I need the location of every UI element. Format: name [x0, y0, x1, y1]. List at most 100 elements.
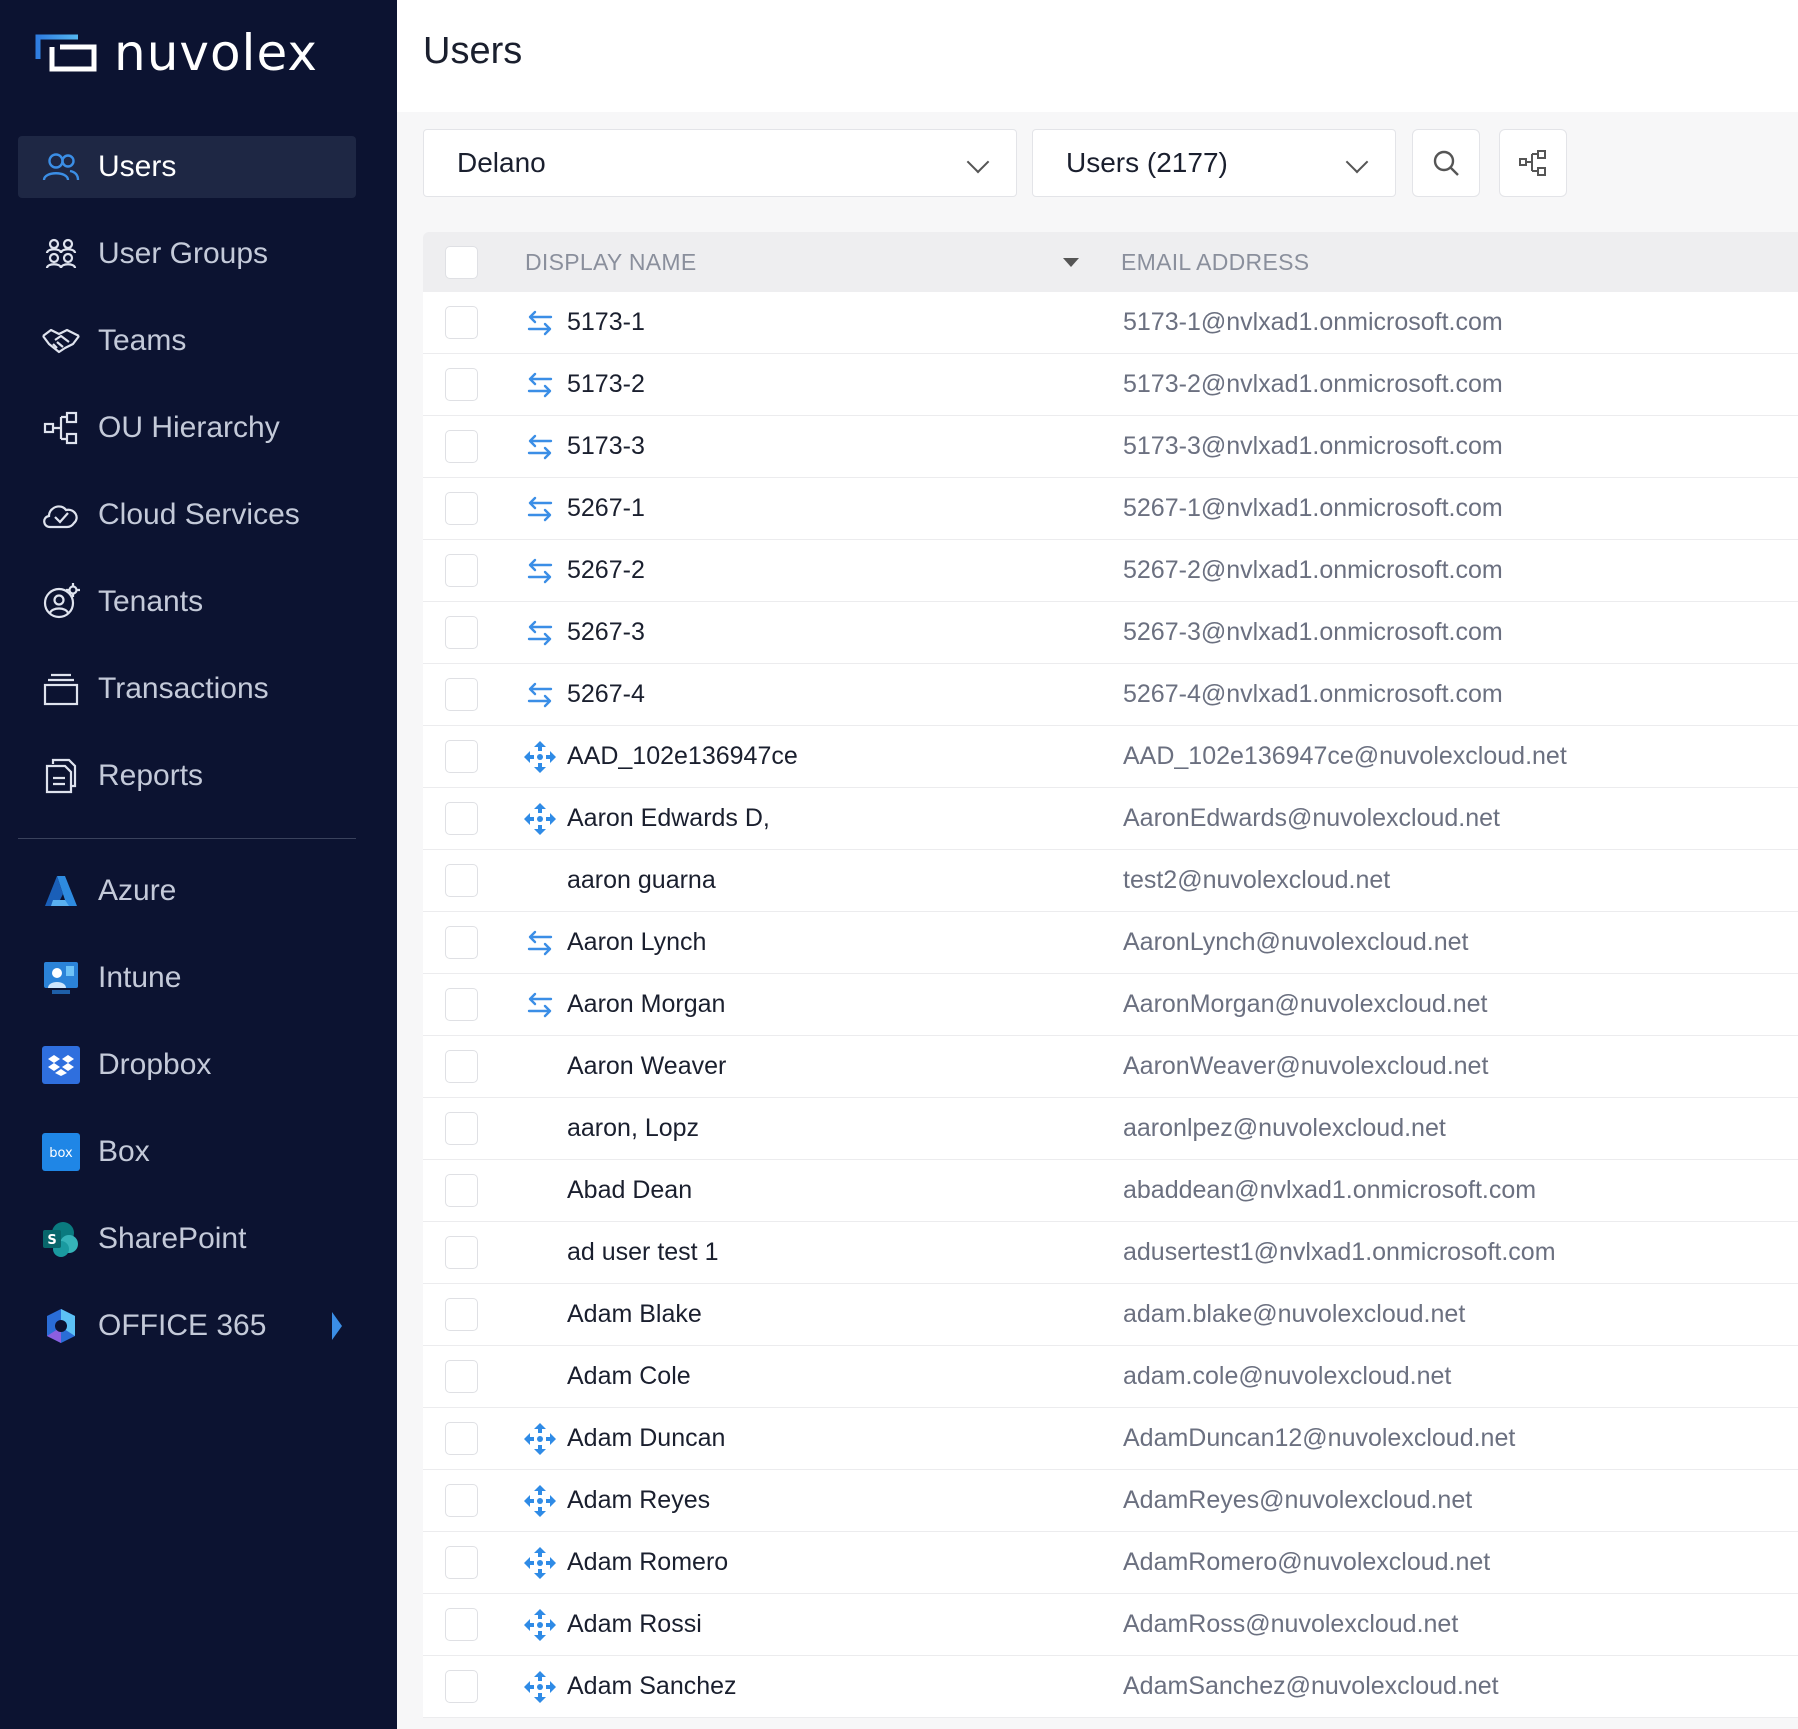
display-name-cell: Adam Romero — [567, 1548, 729, 1576]
display-name-cell: Abad Dean — [567, 1176, 693, 1204]
display-name-cell: aaron guarna — [567, 866, 716, 894]
azure-ad-icon — [523, 1670, 557, 1704]
table-row[interactable]: Aaron Morgan AaronMorgan@nuvolexcloud.net — [423, 974, 1798, 1036]
sidebar-item-ou-hierarchy[interactable]: OU Hierarchy — [18, 397, 356, 459]
row-checkbox[interactable] — [445, 616, 478, 649]
user-groups-icon — [40, 233, 82, 275]
hierarchy-icon — [40, 407, 82, 449]
row-checkbox[interactable] — [445, 864, 478, 897]
sidebar-item-teams[interactable]: Teams — [18, 310, 356, 372]
sidebar-item-dropbox[interactable]: Dropbox — [18, 1034, 356, 1096]
row-checkbox[interactable] — [445, 1546, 478, 1579]
row-checkbox[interactable] — [445, 1484, 478, 1517]
table-row[interactable]: Adam Blake adam.blake@nuvolexcloud.net — [423, 1284, 1798, 1346]
search-button[interactable] — [1412, 129, 1480, 197]
sync-icon — [523, 926, 557, 960]
row-checkbox[interactable] — [445, 740, 478, 773]
display-name-cell: ad user test 1 — [567, 1238, 719, 1266]
row-checkbox[interactable] — [445, 926, 478, 959]
table-row[interactable]: 5267-2 5267-2@nvlxad1.onmicrosoft.com — [423, 540, 1798, 602]
row-checkbox[interactable] — [445, 1050, 478, 1083]
sync-icon — [523, 306, 557, 340]
table-row[interactable]: Abad Dean abaddean@nvlxad1.onmicrosoft.co… — [423, 1160, 1798, 1222]
table-row[interactable]: Adam Reyes AdamReyes@nuvolexcloud.net — [423, 1470, 1798, 1532]
table-row[interactable]: Adam Cole adam.cole@nuvolexcloud.net — [423, 1346, 1798, 1408]
sort-desc-icon[interactable] — [1063, 258, 1079, 267]
table-row[interactable]: ad user test 1 adusertest1@nvlxad1.onmicr… — [423, 1222, 1798, 1284]
display-name-cell: Adam Reyes — [567, 1486, 711, 1514]
table-row[interactable]: 5173-1 5173-1@nvlxad1.onmicrosoft.com — [423, 292, 1798, 354]
sidebar-item-azure[interactable]: Azure — [18, 860, 356, 922]
sidebar-item-intune[interactable]: Intune — [18, 947, 356, 1009]
sidebar-item-box[interactable]: box Box — [18, 1121, 356, 1183]
column-header-email[interactable]: EMAIL ADDRESS — [1121, 249, 1309, 276]
nuvolex-logo[interactable]: nuvolex — [34, 24, 318, 82]
sidebar-item-transactions[interactable]: Transactions — [18, 658, 356, 720]
row-checkbox[interactable] — [445, 1236, 478, 1269]
row-checkbox[interactable] — [445, 1670, 478, 1703]
nav-divider — [18, 838, 356, 839]
table-row[interactable]: Adam Sanchez AdamSanchez@nuvolexcloud.net — [423, 1656, 1798, 1718]
sidebar-item-label: Dropbox — [98, 1048, 212, 1081]
view-select[interactable]: Users (2177) — [1032, 129, 1396, 197]
row-checkbox[interactable] — [445, 306, 478, 339]
column-header-display-name[interactable]: DISPLAY NAME — [525, 249, 696, 276]
sidebar-item-sharepoint[interactable]: S SharePoint — [18, 1208, 356, 1270]
table-row[interactable]: Aaron Weaver AaronWeaver@nuvolexcloud.net — [423, 1036, 1798, 1098]
row-checkbox[interactable] — [445, 988, 478, 1021]
table-row[interactable]: Adam Romero AdamRomero@nuvolexcloud.net — [423, 1532, 1798, 1594]
row-checkbox[interactable] — [445, 430, 478, 463]
select-all-checkbox[interactable] — [445, 245, 478, 279]
table-row[interactable]: Aaron Edwards D, AaronEdwards@nuvolexclou… — [423, 788, 1798, 850]
row-checkbox[interactable] — [445, 492, 478, 525]
display-name-cell: AAD_102e136947ce — [567, 742, 798, 770]
hierarchy-icon — [1519, 150, 1546, 176]
table-row[interactable]: Adam Duncan AdamDuncan12@nuvolexcloud.net — [423, 1408, 1798, 1470]
sidebar-item-tenants[interactable]: Tenants — [18, 571, 356, 633]
email-cell: AdamRoss@nuvolexcloud.net — [1123, 1610, 1459, 1638]
tenant-gear-icon — [40, 581, 82, 623]
table-row[interactable]: 5267-1 5267-1@nvlxad1.onmicrosoft.com — [423, 478, 1798, 540]
sidebar-item-users[interactable]: Users — [18, 136, 356, 198]
sidebar-item-label: Intune — [98, 961, 182, 994]
email-cell: AdamSanchez@nuvolexcloud.net — [1123, 1672, 1499, 1700]
row-checkbox[interactable] — [445, 1608, 478, 1641]
sync-icon — [523, 430, 557, 464]
page-title: Users — [423, 30, 523, 72]
display-name-cell: 5173-3 — [567, 432, 645, 460]
table-row[interactable]: 5173-3 5173-3@nvlxad1.onmicrosoft.com — [423, 416, 1798, 478]
table-row[interactable]: aaron, Lopz aaronlpez@nuvolexcloud.net — [423, 1098, 1798, 1160]
sidebar-item-office-365[interactable]: OFFICE 365 — [18, 1295, 356, 1357]
table-row[interactable]: aaron guarna test2@nuvolexcloud.net — [423, 850, 1798, 912]
sidebar-item-reports[interactable]: Reports — [18, 745, 356, 807]
expand-arrow-icon[interactable] — [332, 1312, 342, 1340]
hierarchy-view-button[interactable] — [1499, 129, 1567, 197]
sidebar-item-cloud-services[interactable]: Cloud Services — [18, 484, 356, 546]
email-cell: AdamRomero@nuvolexcloud.net — [1123, 1548, 1491, 1576]
row-checkbox[interactable] — [445, 1298, 478, 1331]
row-checkbox[interactable] — [445, 802, 478, 835]
row-checkbox[interactable] — [445, 1174, 478, 1207]
row-checkbox[interactable] — [445, 1112, 478, 1145]
sidebar-item-label: Users — [98, 150, 177, 183]
row-checkbox[interactable] — [445, 1422, 478, 1455]
sidebar-item-user-groups[interactable]: User Groups — [18, 223, 356, 285]
row-checkbox[interactable] — [445, 554, 478, 587]
email-cell: 5173-3@nvlxad1.onmicrosoft.com — [1123, 432, 1503, 460]
row-checkbox[interactable] — [445, 678, 478, 711]
table-row[interactable]: 5267-4 5267-4@nvlxad1.onmicrosoft.com — [423, 664, 1798, 726]
tenant-select[interactable]: Delano — [423, 129, 1017, 197]
row-checkbox[interactable] — [445, 368, 478, 401]
azure-ad-icon — [523, 1484, 557, 1518]
sync-icon — [523, 616, 557, 650]
table-row[interactable]: AAD_102e136947ce AAD_102e136947ce@nuvolex… — [423, 726, 1798, 788]
table-row[interactable]: 5267-3 5267-3@nvlxad1.onmicrosoft.com — [423, 602, 1798, 664]
table-row[interactable]: Adam Rossi AdamRoss@nuvolexcloud.net — [423, 1594, 1798, 1656]
sync-icon — [523, 492, 557, 526]
brand-name: nuvolex — [114, 24, 318, 82]
display-name-cell: 5173-2 — [567, 370, 645, 398]
row-checkbox[interactable] — [445, 1360, 478, 1393]
intune-icon — [40, 957, 82, 999]
table-row[interactable]: 5173-2 5173-2@nvlxad1.onmicrosoft.com — [423, 354, 1798, 416]
table-row[interactable]: Aaron Lynch AaronLynch@nuvolexcloud.net — [423, 912, 1798, 974]
